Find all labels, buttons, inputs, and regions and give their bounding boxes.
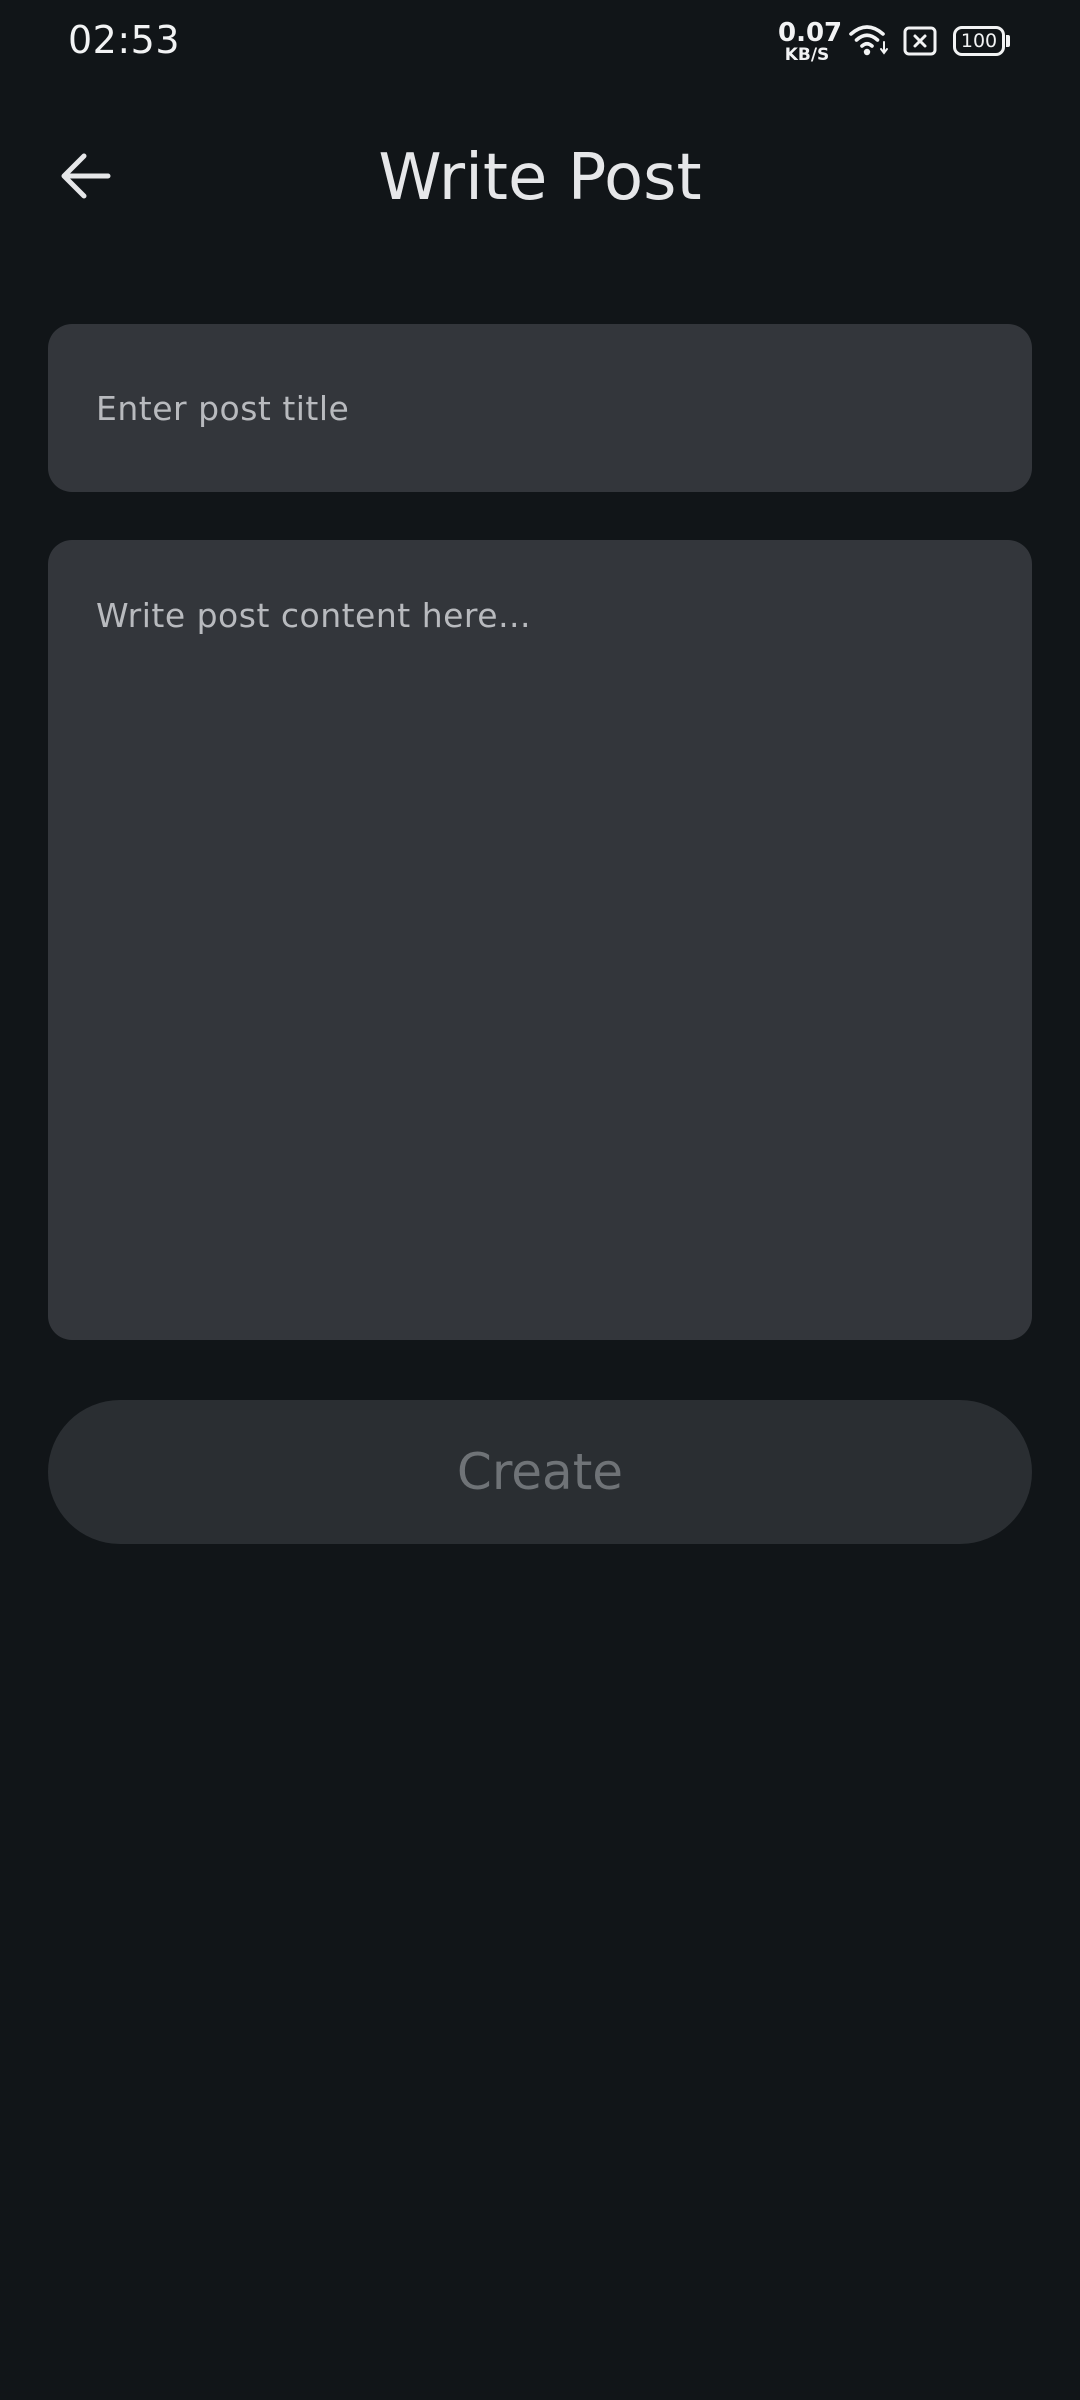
battery-tip [1006, 35, 1010, 47]
network-speed-value: 0.07 [778, 18, 843, 48]
network-speed: 0.07 KB/S [778, 18, 843, 65]
battery-icon: 100 [953, 26, 1005, 56]
sim-disabled-icon [903, 26, 937, 60]
post-title-field[interactable] [48, 324, 1032, 492]
network-speed-unit: KB/S [784, 45, 830, 65]
page-title: Write Post [378, 141, 702, 215]
post-title-input[interactable] [96, 388, 984, 428]
status-time: 02:53 [68, 18, 181, 62]
wifi-icon [848, 22, 890, 62]
status-bar: 02:53 0.07 KB/S 100 [0, 0, 1080, 84]
post-content-input[interactable] [96, 596, 984, 1296]
battery-level: 100 [960, 29, 998, 52]
post-content-field[interactable] [48, 540, 1032, 1340]
create-button[interactable]: Create [48, 1400, 1032, 1544]
